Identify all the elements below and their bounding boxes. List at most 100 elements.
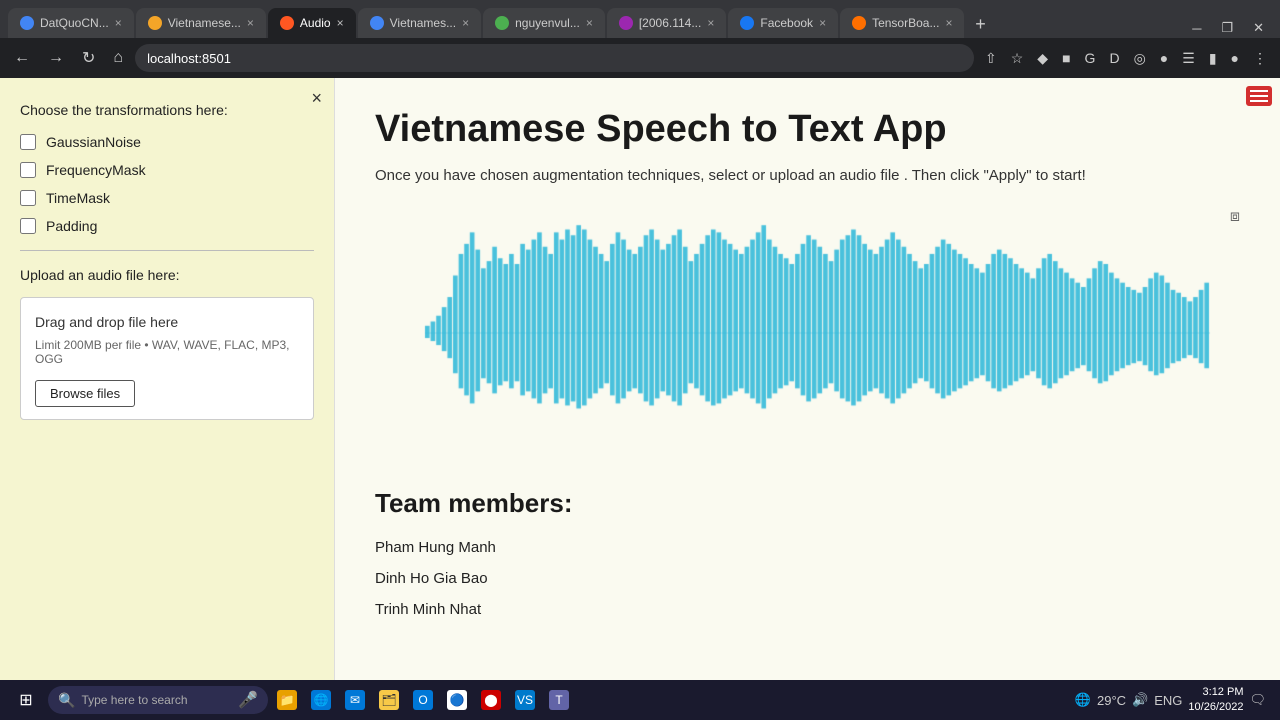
tab-label: [2006.114... [639,16,702,30]
reload-button[interactable]: ↻ [76,44,101,72]
tab-close-icon[interactable]: × [462,16,469,30]
tab-label: Audio [300,16,331,30]
nav-actions: ⇧ ☆ ◆ ■ G D ◎ ● ☰ ▮ ● ⋮ [980,46,1272,71]
waveform-container: ⧈ [375,208,1240,458]
tab-favicon [740,16,754,30]
taskbar-explorer-icon[interactable]: 📁 [272,685,302,715]
page-content: × Choose the transformations here: Gauss… [0,78,1280,680]
tab-bar: DatQuoCN... × Vietnamese... × Audio × Vi… [0,0,1280,38]
extension4-icon[interactable]: D [1104,46,1124,70]
drop-zone[interactable]: Drag and drop file here Limit 200MB per … [20,297,314,420]
tab-2006[interactable]: [2006.114... × [607,8,727,38]
navigation-bar: ← → ↻ ⌂ localhost:8501 ⇧ ☆ ◆ ■ G D ◎ ● ☰… [0,38,1280,78]
tab-label: TensorBoa... [872,16,939,30]
sidebar-close-button[interactable]: × [311,88,322,109]
sidebar-divider [20,250,314,251]
tab-vietnamese1[interactable]: Vietnamese... × [136,8,266,38]
tab-close-icon[interactable]: × [586,16,593,30]
team-list: Pham Hung ManhDinh Ho Gia BaoTrinh Minh … [375,539,1240,618]
profile-icon[interactable]: ● [1226,46,1244,70]
tab-close-icon[interactable]: × [247,16,254,30]
taskbar-teams-icon[interactable]: T [544,685,574,715]
tab-datquocn[interactable]: DatQuoCN... × [8,8,134,38]
tab-close-icon[interactable]: × [337,16,344,30]
tab-close-icon[interactable]: × [115,16,122,30]
frequency-mask-checkbox[interactable] [20,162,36,178]
share-icon[interactable]: ⇧ [980,46,1002,71]
tab-favicon [495,16,509,30]
minimize-button[interactable]: ─ [1184,19,1209,38]
speaker-icon[interactable]: 🔊 [1132,692,1148,708]
browse-files-button[interactable]: Browse files [35,380,135,407]
explorer-icon: 📁 [277,690,297,710]
taskbar-search-icon: 🔍 [58,692,75,709]
taskbar-date-text: 10/26/2022 [1188,700,1243,715]
home-button[interactable]: ⌂ [107,45,129,71]
page-title: Vietnamese Speech to Text App [375,108,1240,151]
window-controls: ─ ❐ ✕ [1184,18,1272,38]
drop-zone-title: Drag and drop file here [35,314,299,330]
close-button[interactable]: ✕ [1245,18,1272,38]
forward-button[interactable]: → [42,45,70,71]
extensions-button[interactable]: ☰ [1177,46,1200,71]
taskbar-system-tray: 🌐 29°C 🔊 ENG 3:12 PM 10/26/2022 🗨 [1069,685,1272,716]
extension6-icon[interactable]: ● [1155,46,1173,70]
tab-favicon [852,16,866,30]
extension2-icon[interactable]: ■ [1057,46,1075,70]
tab-close-icon[interactable]: × [819,16,826,30]
hamburger-line-1 [1250,90,1268,92]
network-icon[interactable]: 🌐 [1075,692,1091,708]
taskbar-app6-icon[interactable]: ⬤ [476,685,506,715]
teams-icon: T [549,690,569,710]
bookmark-icon[interactable]: ☆ [1006,46,1029,71]
restore-button[interactable]: ❐ [1213,18,1241,38]
padding-checkbox[interactable] [20,218,36,234]
padding-label: Padding [46,218,97,234]
hamburger-line-2 [1250,95,1268,97]
page-subtitle: Once you have chosen augmentation techni… [375,167,1240,184]
tab-nguyenvul[interactable]: nguyenvul... × [483,8,605,38]
extension5-icon[interactable]: ◎ [1129,46,1151,71]
taskbar-clock[interactable]: 3:12 PM 10/26/2022 [1188,685,1243,716]
tab-favicon [370,16,384,30]
taskbar-files-icon[interactable]: 🗂 [374,685,404,715]
gaussian-noise-label: GaussianNoise [46,134,141,150]
drop-zone-limit: Limit 200MB per file • WAV, WAVE, FLAC, … [35,338,299,366]
tab-favicon [20,16,34,30]
menu-icon[interactable]: ⋮ [1248,46,1272,71]
tab-audio[interactable]: Audio × [268,8,356,38]
team-member: Pham Hung Manh [375,539,1240,556]
extension1-icon[interactable]: ◆ [1032,46,1053,71]
taskbar-outlook-icon[interactable]: O [408,685,438,715]
hamburger-line-3 [1250,100,1268,102]
address-bar[interactable]: localhost:8501 [135,44,974,72]
tab-label: Facebook [760,16,813,30]
start-button[interactable]: ⊞ [8,682,44,718]
frequency-mask-item: FrequencyMask [20,162,314,178]
waveform-expand-icon[interactable]: ⧈ [1230,208,1240,226]
address-text: localhost:8501 [147,51,231,66]
tab-label: nguyenvul... [515,16,580,30]
tab-close-icon[interactable]: × [707,16,714,30]
gaussian-noise-checkbox[interactable] [20,134,36,150]
back-button[interactable]: ← [8,45,36,71]
taskbar-search[interactable]: 🔍 Type here to search 🎤 [48,686,268,714]
notification-icon[interactable]: 🗨 [1249,692,1266,708]
taskbar-chrome-icon[interactable]: 🔵 [442,685,472,715]
outlook-icon: O [413,690,433,710]
tab-facebook[interactable]: Facebook × [728,8,838,38]
tab-tensorboard[interactable]: TensorBoa... × [840,8,964,38]
taskbar-mail-icon[interactable]: ✉ [340,685,370,715]
tab-vietnamese2[interactable]: Vietnames... × [358,8,482,38]
sidebar: × Choose the transformations here: Gauss… [0,78,335,680]
sidebar-icon[interactable]: ▮ [1204,46,1222,71]
taskbar-vscode-icon[interactable]: VS [510,685,540,715]
team-member: Trinh Minh Nhat [375,601,1240,618]
app6-icon: ⬤ [481,690,501,710]
taskbar-edge-icon[interactable]: 🌐 [306,685,336,715]
tab-close-icon[interactable]: × [945,16,952,30]
time-mask-checkbox[interactable] [20,190,36,206]
new-tab-button[interactable]: + [966,10,994,38]
extension3-icon[interactable]: G [1080,46,1101,70]
hamburger-menu-button[interactable] [1246,86,1272,106]
